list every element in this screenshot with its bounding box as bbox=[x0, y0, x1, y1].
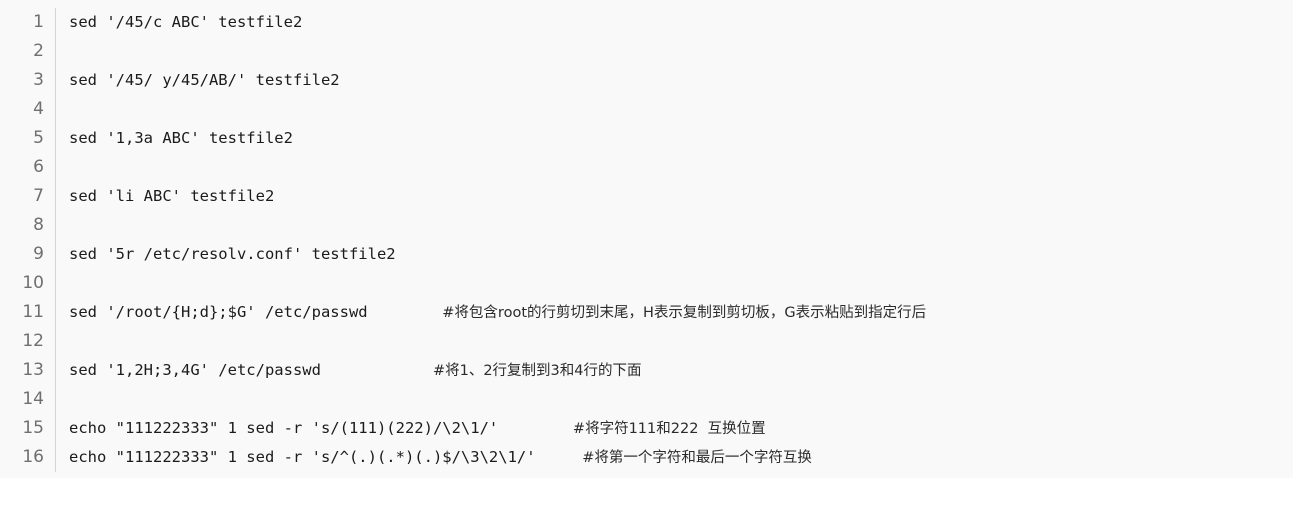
line-number: 6 bbox=[0, 153, 56, 182]
code-comment: #将1、2行复制到3和4行的下面 bbox=[432, 363, 642, 379]
code-text: sed '1,2H;3,4G' /etc/passwd bbox=[69, 361, 433, 379]
code-line: 7 sed 'li ABC' testfile2 bbox=[0, 182, 1293, 211]
line-content[interactable]: echo "111222333" 1 sed -r 's/^(.)(.*)(.)… bbox=[56, 443, 1293, 473]
code-comment: #将包含root的行剪切到末尾，H表示复制到剪切板，G表示粘贴到指定行后 bbox=[442, 305, 927, 321]
code-line: 9 sed '5r /etc/resolv.conf' testfile2 bbox=[0, 240, 1293, 269]
line-number: 7 bbox=[0, 182, 56, 211]
line-number: 3 bbox=[0, 66, 56, 95]
code-line: 8 bbox=[0, 211, 1293, 240]
code-comment: #将字符111和222 互换位置 bbox=[572, 421, 766, 437]
line-number: 10 bbox=[0, 269, 56, 298]
line-content[interactable]: echo "111222333" 1 sed -r 's/(111)(222)/… bbox=[56, 414, 1293, 444]
code-block: 1 sed '/45/c ABC' testfile2 2 3 sed '/45… bbox=[0, 0, 1293, 478]
code-text: echo "111222333" 1 sed -r 's/^(.)(.*)(.)… bbox=[69, 448, 583, 466]
line-number: 11 bbox=[0, 298, 56, 327]
line-content[interactable]: sed '1,2H;3,4G' /etc/passwd #将1、2行复制到3和4… bbox=[56, 356, 1293, 386]
line-number: 16 bbox=[0, 443, 56, 472]
code-line: 11 sed '/root/{H;d};$G' /etc/passwd #将包含… bbox=[0, 298, 1293, 327]
line-content[interactable]: sed '/45/c ABC' testfile2 bbox=[56, 8, 1293, 38]
code-line: 10 bbox=[0, 269, 1293, 298]
line-number: 15 bbox=[0, 414, 56, 443]
line-number: 13 bbox=[0, 356, 56, 385]
code-text: sed '/root/{H;d};$G' /etc/passwd bbox=[69, 303, 443, 321]
code-comment: #将第一个字符和最后一个字符互换 bbox=[582, 450, 812, 466]
line-number: 14 bbox=[0, 385, 56, 414]
line-number: 12 bbox=[0, 327, 56, 356]
code-text: sed '/45/c ABC' testfile2 bbox=[69, 13, 303, 31]
code-line: 2 bbox=[0, 37, 1293, 66]
line-number: 1 bbox=[0, 8, 56, 37]
page-bottom-whitespace bbox=[0, 478, 1299, 520]
line-content[interactable]: sed '/45/ y/45/AB/' testfile2 bbox=[56, 66, 1293, 96]
code-line: 15 echo "111222333" 1 sed -r 's/(111)(22… bbox=[0, 414, 1293, 443]
code-line: 3 sed '/45/ y/45/AB/' testfile2 bbox=[0, 66, 1293, 95]
code-lines-container: 1 sed '/45/c ABC' testfile2 2 3 sed '/45… bbox=[0, 0, 1293, 472]
code-line: 6 bbox=[0, 153, 1293, 182]
line-number: 2 bbox=[0, 37, 56, 66]
code-line: 13 sed '1,2H;3,4G' /etc/passwd #将1、2行复制到… bbox=[0, 356, 1293, 385]
code-line: 12 bbox=[0, 327, 1293, 356]
code-line: 14 bbox=[0, 385, 1293, 414]
line-number: 4 bbox=[0, 95, 56, 124]
code-text: echo "111222333" 1 sed -r 's/(111)(222)/… bbox=[69, 419, 573, 437]
code-line: 1 sed '/45/c ABC' testfile2 bbox=[0, 8, 1293, 37]
code-line: 16 echo "111222333" 1 sed -r 's/^(.)(.*)… bbox=[0, 443, 1293, 472]
code-text: sed '1,3a ABC' testfile2 bbox=[69, 129, 293, 147]
code-text: sed '/45/ y/45/AB/' testfile2 bbox=[69, 71, 340, 89]
code-text: sed 'li ABC' testfile2 bbox=[69, 187, 275, 205]
code-line: 4 bbox=[0, 95, 1293, 124]
page-right-whitespace bbox=[1293, 0, 1299, 520]
code-line: 5 sed '1,3a ABC' testfile2 bbox=[0, 124, 1293, 153]
line-number: 9 bbox=[0, 240, 56, 269]
line-number: 8 bbox=[0, 211, 56, 240]
code-text: sed '5r /etc/resolv.conf' testfile2 bbox=[69, 245, 396, 263]
line-content[interactable]: sed '5r /etc/resolv.conf' testfile2 bbox=[56, 240, 1293, 270]
line-content[interactable]: sed 'li ABC' testfile2 bbox=[56, 182, 1293, 212]
line-content[interactable]: sed '/root/{H;d};$G' /etc/passwd #将包含roo… bbox=[56, 298, 1293, 328]
line-content[interactable]: sed '1,3a ABC' testfile2 bbox=[56, 124, 1293, 154]
line-number: 5 bbox=[0, 124, 56, 153]
